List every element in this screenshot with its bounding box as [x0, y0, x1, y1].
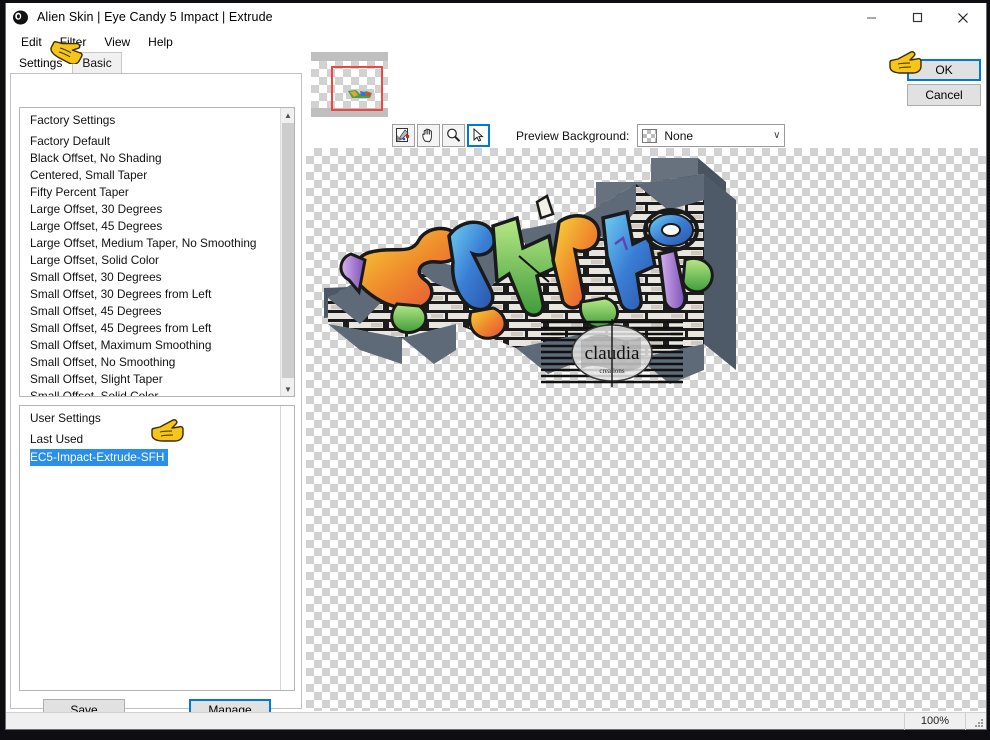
- preview-background-value: None: [664, 128, 694, 143]
- list-item[interactable]: Factory Default: [20, 133, 280, 150]
- menu-filter[interactable]: Filter: [51, 35, 96, 49]
- arrow-cursor-icon: [473, 128, 484, 142]
- list-item[interactable]: Large Offset, 30 Degrees: [20, 201, 280, 218]
- factory-list-header: Factory Settings: [30, 113, 116, 127]
- transparency-swatch-icon: [642, 128, 658, 143]
- list-item[interactable]: Large Offset, Medium Taper, No Smoothing: [20, 235, 280, 252]
- list-item[interactable]: Small Offset, 45 Degrees from Left: [20, 320, 280, 337]
- preview-toolbar: Preview Background: None ∨: [392, 124, 786, 147]
- chevron-down-icon[interactable]: ∨: [773, 130, 780, 141]
- graffiti-artwork: [324, 158, 736, 384]
- hand-icon: [422, 128, 432, 143]
- preview-canvas[interactable]: [306, 148, 986, 711]
- list-item[interactable]: Centered, Small Taper: [20, 167, 280, 184]
- window-title: Alien Skin | Eye Candy 5 Impact | Extrud…: [37, 10, 273, 24]
- cancel-button[interactable]: Cancel: [907, 84, 981, 106]
- menu-bar: Edit Filter View Help: [6, 32, 986, 52]
- list-item[interactable]: Black Offset, No Shading: [20, 150, 280, 167]
- eyedropper-tool-button[interactable]: [392, 124, 415, 147]
- eyedropper-icon: [396, 128, 410, 142]
- menu-help[interactable]: Help: [139, 35, 182, 49]
- zoom-tool-button[interactable]: [442, 124, 465, 147]
- scroll-down-icon[interactable]: ▼: [281, 382, 294, 396]
- list-item-selected[interactable]: EC5-Impact-Extrude-SFH: [30, 449, 169, 466]
- settings-panel: Settings Basic Factory Settings Factory …: [6, 52, 306, 721]
- tab-strip: Settings Basic: [6, 52, 306, 73]
- list-item[interactable]: Large Offset, 45 Degrees: [20, 218, 280, 235]
- user-list-header: User Settings: [30, 411, 101, 425]
- user-settings-list[interactable]: User Settings Last Used EC5-Impact-Extru…: [19, 405, 295, 691]
- list-item[interactable]: Small Offset, 45 Degrees: [20, 303, 280, 320]
- preview-panel: Preview Background: None ∨ OK Cancel cla…: [306, 52, 986, 711]
- screenshot-root: Alien Skin | Eye Candy 5 Impact | Extrud…: [0, 0, 990, 740]
- navigator-artwork-preview: [346, 89, 374, 99]
- menu-edit[interactable]: Edit: [12, 35, 51, 49]
- arrow-tool-button[interactable]: [467, 124, 490, 147]
- factory-settings-list[interactable]: Factory Settings Factory Default Black O…: [19, 107, 295, 397]
- list-item[interactable]: Small Offset, Slight Taper: [20, 371, 280, 388]
- list-item[interactable]: Small Offset, No Smoothing: [20, 354, 280, 371]
- list-item[interactable]: Fifty Percent Taper: [20, 184, 280, 201]
- list-item[interactable]: Last Used: [20, 431, 280, 448]
- close-button[interactable]: [940, 3, 986, 32]
- preview-background-select[interactable]: None ∨: [637, 124, 786, 147]
- list-item[interactable]: Small Offset, 30 Degrees: [20, 269, 280, 286]
- scrollbar-thumb[interactable]: [282, 123, 294, 378]
- tab-basic[interactable]: Basic: [72, 52, 122, 73]
- factory-list-scrollbar[interactable]: ▲ ▼: [280, 108, 294, 396]
- navigator-thumbnail[interactable]: [311, 52, 388, 117]
- magnifier-icon: [447, 128, 461, 142]
- resize-grip-icon[interactable]: [972, 716, 984, 728]
- application-window: Alien Skin | Eye Candy 5 Impact | Extrud…: [5, 3, 987, 730]
- user-list-items: User Settings Last Used EC5-Impact-Extru…: [20, 406, 280, 690]
- main-body: Settings Basic Factory Settings Factory …: [6, 52, 986, 728]
- status-bar: 100%: [6, 712, 986, 730]
- list-item[interactable]: Small Offset, Solid Color: [20, 388, 280, 396]
- preview-background-label: Preview Background:: [516, 128, 630, 143]
- ok-button[interactable]: OK: [907, 59, 981, 81]
- list-item[interactable]: Small Offset, Maximum Smoothing: [20, 337, 280, 354]
- settings-tab-panel: Factory Settings Factory Default Black O…: [10, 73, 302, 721]
- list-item[interactable]: Large Offset, Solid Color: [20, 252, 280, 269]
- factory-list-items: Factory Settings Factory Default Black O…: [20, 108, 280, 396]
- minimize-button[interactable]: [848, 3, 894, 32]
- menu-view[interactable]: View: [95, 35, 139, 49]
- list-item[interactable]: Small Offset, 30 Degrees from Left: [20, 286, 280, 303]
- user-list-scrollbar[interactable]: [280, 406, 294, 690]
- alien-skin-icon: [13, 10, 28, 24]
- tab-settings[interactable]: Settings: [9, 52, 73, 73]
- dialog-buttons: OK Cancel: [907, 59, 981, 106]
- title-bar: Alien Skin | Eye Candy 5 Impact | Extrud…: [6, 3, 986, 32]
- hand-tool-button[interactable]: [417, 124, 440, 147]
- scroll-up-icon[interactable]: ▲: [281, 108, 294, 122]
- zoom-level-indicator[interactable]: 100%: [904, 712, 966, 730]
- window-controls: [848, 3, 986, 32]
- maximize-button[interactable]: [894, 3, 940, 32]
